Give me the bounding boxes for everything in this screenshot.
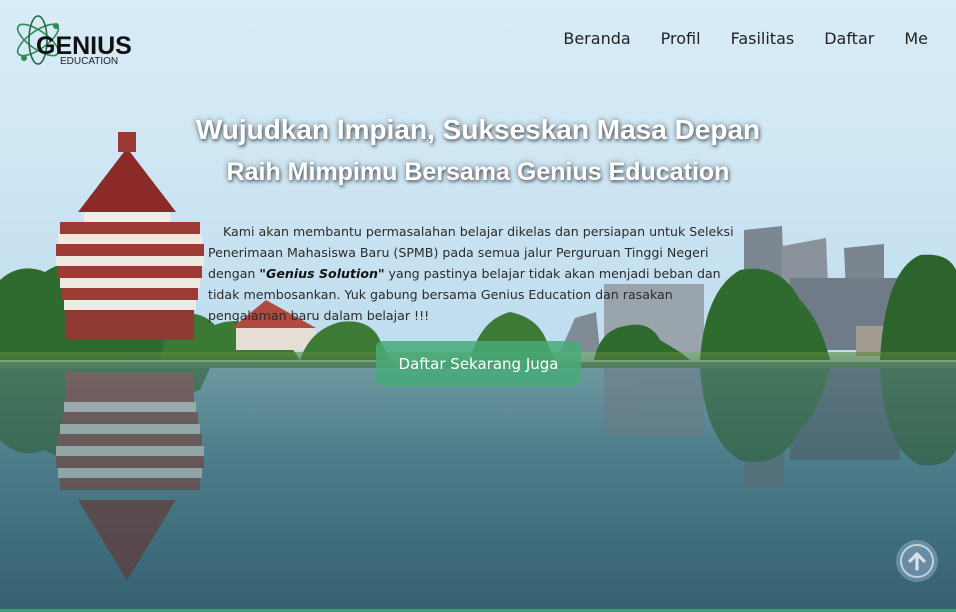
genius-solution-highlight: "Genius Solution" <box>259 266 385 281</box>
hero-subtitle: Raih Mimpimu Bersama Genius Education <box>226 158 730 186</box>
hero-description: Kami akan membantu permasalahan belajar … <box>208 221 748 326</box>
scroll-to-top-button[interactable] <box>896 540 938 582</box>
main-nav: Beranda Profil Fasilitas Daftar Me <box>533 28 956 52</box>
register-now-button[interactable]: Daftar Sekarang Juga <box>376 341 581 386</box>
nav-link-beranda[interactable]: Beranda <box>563 28 630 52</box>
nav-link-profil[interactable]: Profil <box>661 28 701 52</box>
nav-link-daftar[interactable]: Daftar <box>824 28 874 52</box>
hero-title: Wujudkan Impian, Sukseskan Masa Depan <box>195 114 761 145</box>
nav-link-fasilitas[interactable]: Fasilitas <box>731 28 795 52</box>
arrow-up-circle-icon <box>900 544 934 578</box>
brand-logo[interactable]: GENIUS EDUCATION <box>12 10 132 70</box>
nav-link-me[interactable]: Me <box>904 28 928 52</box>
brand-tagline: EDUCATION <box>60 56 119 67</box>
